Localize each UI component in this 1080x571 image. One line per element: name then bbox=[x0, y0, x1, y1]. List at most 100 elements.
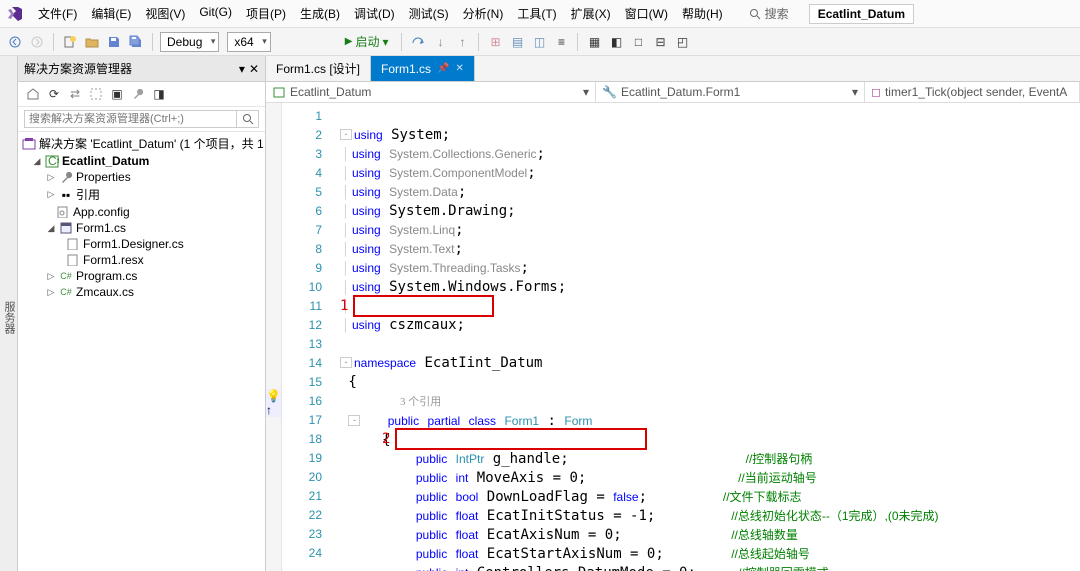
close-panel-icon[interactable]: ✕ bbox=[249, 62, 259, 76]
tree-label: Form1.resx bbox=[83, 253, 144, 267]
pin-icon[interactable]: 📌 bbox=[437, 63, 449, 74]
menu-tools[interactable]: 工具(T) bbox=[511, 2, 562, 25]
open-item-icon[interactable] bbox=[83, 33, 101, 51]
nav-back-icon[interactable] bbox=[6, 33, 24, 51]
csproj-icon: C# bbox=[45, 154, 59, 168]
nav-class-combo[interactable]: 🔧Ecatlint_Datum.Form1▾ bbox=[596, 82, 865, 102]
svg-text:C#: C# bbox=[48, 154, 59, 168]
props-icon[interactable] bbox=[129, 85, 147, 103]
solution-explorer: 解决方案资源管理器 ▾ ✕ ⟳ ⇄ ▣ ◨ 解决方案 'Ecatlint_Dat… bbox=[18, 56, 266, 571]
title-search[interactable]: 搜索 bbox=[749, 5, 789, 22]
search-icon bbox=[749, 8, 761, 20]
vs-logo-icon bbox=[6, 5, 24, 23]
config-combo[interactable]: Debug bbox=[160, 32, 219, 52]
nav-project-combo[interactable]: Ecatlint_Datum▾ bbox=[266, 82, 596, 102]
tree-label: Properties bbox=[76, 170, 131, 184]
nav-fwd-icon[interactable] bbox=[28, 33, 46, 51]
menu-build[interactable]: 生成(B) bbox=[294, 2, 346, 25]
tool-icon-9[interactable]: ◰ bbox=[673, 33, 691, 51]
tree-label: Zmcaux.cs bbox=[76, 285, 134, 299]
new-item-icon[interactable] bbox=[61, 33, 79, 51]
show-all-icon[interactable] bbox=[87, 85, 105, 103]
sidebar-title: 解决方案资源管理器 bbox=[24, 60, 132, 77]
menu-git[interactable]: Git(G) bbox=[193, 2, 238, 25]
tree-properties[interactable]: ▷ Properties bbox=[18, 169, 265, 185]
collapse-icon[interactable]: ▣ bbox=[108, 85, 126, 103]
tree-solution[interactable]: 解决方案 'Ecatlint_Datum' (1 个项目，共 1 个) bbox=[18, 134, 265, 153]
preview-icon[interactable]: ◨ bbox=[150, 85, 168, 103]
tree-label: Ecatlint_Datum bbox=[62, 154, 149, 168]
margin-strip: 💡↑ bbox=[266, 103, 282, 571]
left-dock-tab[interactable]: 服务器 bbox=[0, 56, 18, 571]
sidebar-search-button[interactable] bbox=[237, 110, 259, 128]
tool-icon-7[interactable]: □ bbox=[629, 33, 647, 51]
menu-test[interactable]: 测试(S) bbox=[403, 2, 455, 25]
tree: 解决方案 'Ecatlint_Datum' (1 个项目，共 1 个) ◢ C#… bbox=[18, 132, 265, 571]
code-lens[interactable]: 3 个引用 bbox=[340, 396, 441, 408]
tree-label: 引用 bbox=[76, 186, 100, 203]
sidebar-header: 解决方案资源管理器 ▾ ✕ bbox=[18, 56, 265, 82]
filter-icon[interactable]: ⇄ bbox=[66, 85, 84, 103]
menu-window[interactable]: 窗口(W) bbox=[619, 2, 674, 25]
cs-file-icon bbox=[66, 237, 80, 251]
tree-program[interactable]: ▷ C# Program.cs bbox=[18, 268, 265, 284]
run-button[interactable]: 启动 ▾ bbox=[339, 31, 395, 52]
tab-form1-design[interactable]: Form1.cs [设计] bbox=[266, 56, 371, 81]
tree-appconfig[interactable]: App.config bbox=[18, 204, 265, 220]
tree-zmcaux[interactable]: ▷ C# Zmcaux.cs bbox=[18, 284, 265, 300]
expand-glyph[interactable]: ▷ bbox=[46, 287, 56, 298]
tree-form1-designer[interactable]: Form1.Designer.cs bbox=[18, 236, 265, 252]
tool-icon-2[interactable]: ▤ bbox=[508, 33, 526, 51]
tree-form1[interactable]: ◢ Form1.cs bbox=[18, 220, 265, 236]
tool-icon-4[interactable]: ≡ bbox=[552, 33, 570, 51]
pin-icon[interactable]: ▾ bbox=[239, 62, 245, 76]
code-text[interactable]: -using System; │using System.Collections… bbox=[330, 103, 1080, 571]
toolbar: Debug x64 启动 ▾ ↓ ↑ ⊞ ▤ ◫ ≡ ▦ ◧ □ ⊟ ◰ bbox=[0, 28, 1080, 56]
platform-combo[interactable]: x64 bbox=[227, 32, 270, 52]
code-area[interactable]: 💡↑ 1234567891011121314151617181920212223… bbox=[266, 103, 1080, 571]
step-out-icon[interactable]: ↑ bbox=[453, 33, 471, 51]
menu-view[interactable]: 视图(V) bbox=[139, 2, 191, 25]
wrench-icon bbox=[59, 170, 73, 184]
sidebar-search-input[interactable] bbox=[24, 110, 237, 128]
menu-debug[interactable]: 调试(D) bbox=[348, 2, 401, 25]
tree-label: Program.cs bbox=[76, 269, 137, 283]
tree-form1-resx[interactable]: Form1.resx bbox=[18, 252, 265, 268]
step-into-icon[interactable]: ↓ bbox=[431, 33, 449, 51]
expand-glyph[interactable]: ▷ bbox=[46, 189, 56, 200]
collapse-glyph[interactable]: ◢ bbox=[32, 156, 42, 167]
menu-help[interactable]: 帮助(H) bbox=[676, 2, 729, 25]
save-all-icon[interactable] bbox=[127, 33, 145, 51]
refs-icon: ▪▪ bbox=[59, 188, 73, 202]
expand-glyph[interactable]: ▷ bbox=[46, 172, 56, 183]
expand-glyph[interactable]: ▷ bbox=[46, 271, 56, 282]
tree-references[interactable]: ▷ ▪▪ 引用 bbox=[18, 185, 265, 204]
tool-icon-8[interactable]: ⊟ bbox=[651, 33, 669, 51]
nav-member-combo[interactable]: ◻timer1_Tick(object sender, EventA bbox=[865, 82, 1080, 102]
tree-label: 解决方案 'Ecatlint_Datum' (1 个项目，共 1 个) bbox=[39, 135, 265, 152]
tree-project[interactable]: ◢ C# Ecatlint_Datum bbox=[18, 153, 265, 169]
search-icon bbox=[242, 113, 254, 125]
annotation-2: 2 bbox=[382, 430, 390, 449]
sync-icon[interactable]: ⟳ bbox=[45, 85, 63, 103]
margin-suggestion-icon[interactable]: 💡↑ bbox=[266, 389, 281, 417]
menu-analyze[interactable]: 分析(N) bbox=[457, 2, 510, 25]
close-icon[interactable]: ✕ bbox=[455, 63, 463, 74]
menu-project[interactable]: 项目(P) bbox=[240, 2, 292, 25]
doc-tabs: Form1.cs [设计] Form1.cs 📌 ✕ bbox=[266, 56, 1080, 82]
title-project: Ecatlint_Datum bbox=[809, 4, 914, 24]
menu-extensions[interactable]: 扩展(X) bbox=[565, 2, 617, 25]
tool-icon-6[interactable]: ◧ bbox=[607, 33, 625, 51]
tab-form1-code[interactable]: Form1.cs 📌 ✕ bbox=[371, 56, 475, 81]
menu-edit[interactable]: 编辑(E) bbox=[85, 2, 137, 25]
menu-file[interactable]: 文件(F) bbox=[32, 2, 83, 25]
collapse-glyph[interactable]: ◢ bbox=[46, 223, 56, 234]
step-over-icon[interactable] bbox=[409, 33, 427, 51]
home-icon[interactable] bbox=[24, 85, 42, 103]
tool-icon-3[interactable]: ◫ bbox=[530, 33, 548, 51]
save-icon[interactable] bbox=[105, 33, 123, 51]
cs-file-icon: C# bbox=[59, 269, 73, 283]
tool-icon-5[interactable]: ▦ bbox=[585, 33, 603, 51]
config-icon bbox=[56, 205, 70, 219]
tool-icon-1[interactable]: ⊞ bbox=[486, 33, 504, 51]
